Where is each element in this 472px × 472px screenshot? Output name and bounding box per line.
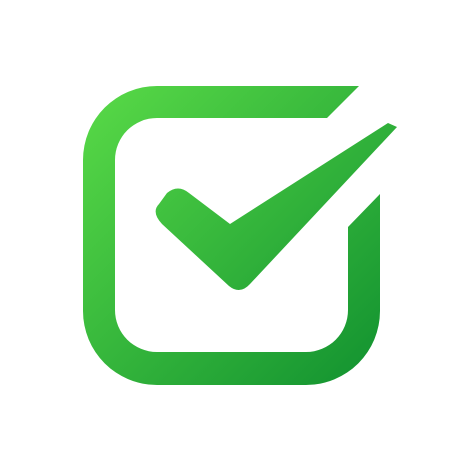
icon-canvas [0,0,472,472]
checkbox-check-icon [83,86,397,385]
